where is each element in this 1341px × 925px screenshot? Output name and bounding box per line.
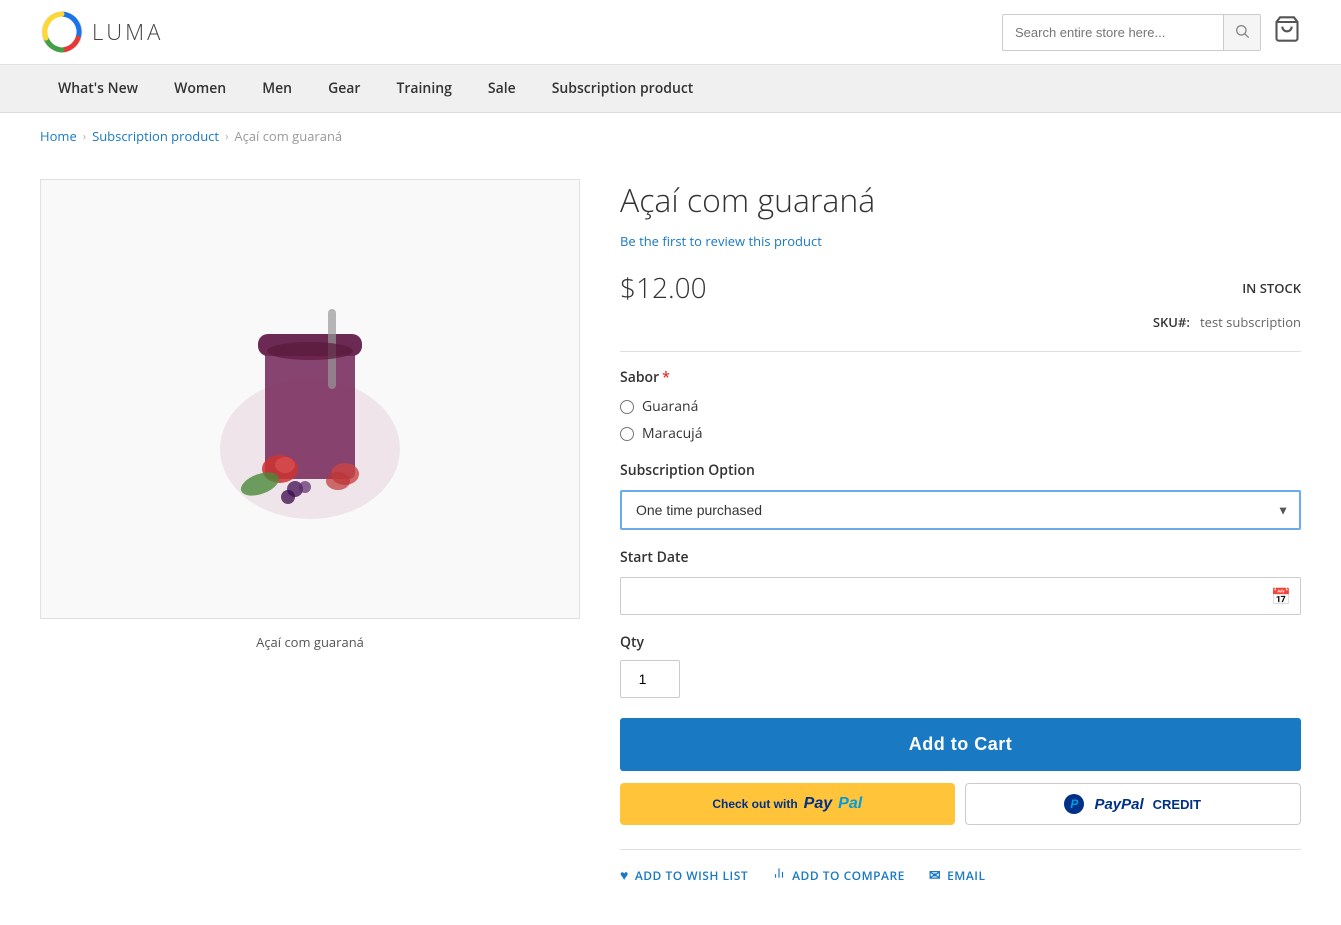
- main-nav: What's New Women Men Gear Training Sale …: [0, 65, 1341, 113]
- sku-label: SKU#:: [1153, 313, 1190, 331]
- logo-text: LUMA: [92, 17, 163, 47]
- qty-group: Qty: [620, 633, 1301, 698]
- header-right: [1002, 14, 1301, 51]
- nav-item-gear[interactable]: Gear: [310, 65, 378, 112]
- add-to-compare-link[interactable]: ADD TO COMPARE: [772, 866, 905, 885]
- compare-icon: [772, 866, 786, 885]
- product-price: $12.00: [620, 269, 707, 307]
- nav-item-sale[interactable]: Sale: [470, 65, 534, 112]
- logo[interactable]: LUMA: [40, 10, 163, 54]
- product-image-caption: Açaí com guaraná: [40, 633, 580, 651]
- breadcrumb: Home › Subscription product › Açaí com g…: [0, 113, 1341, 159]
- calendar-icon[interactable]: 📅: [1271, 585, 1291, 607]
- sabor-guarana-option[interactable]: Guaraná: [620, 397, 1301, 416]
- site-header: LUMA: [0, 0, 1341, 65]
- breadcrumb-home[interactable]: Home: [40, 127, 77, 145]
- breadcrumb-sep-2: ›: [225, 129, 228, 144]
- email-link[interactable]: ✉ EMAIL: [929, 866, 986, 885]
- bottom-actions: ♥ ADD TO WISH LIST ADD TO COMPARE ✉ EMAI…: [620, 849, 1301, 885]
- email-icon: ✉: [929, 866, 941, 885]
- breadcrumb-parent[interactable]: Subscription product: [92, 127, 219, 145]
- product-page: Açaí com guaraná Açaí com guaraná Be the…: [0, 159, 1341, 925]
- cart-icon[interactable]: [1273, 15, 1301, 50]
- paypal-row: Check out with PayPal P PayPal CREDIT: [620, 783, 1301, 825]
- sabor-guarana-label: Guaraná: [642, 397, 698, 416]
- sabor-guarana-radio[interactable]: [620, 400, 634, 414]
- start-date-group: Start Date 📅: [620, 548, 1301, 615]
- start-date-input[interactable]: [620, 577, 1301, 615]
- review-link[interactable]: Be the first to review this product: [620, 232, 822, 250]
- search-button[interactable]: [1223, 15, 1260, 50]
- subscription-select-wrapper: One time purchased Monthly subscription …: [620, 490, 1301, 530]
- nav-item-subscription[interactable]: Subscription product: [534, 65, 712, 112]
- sku-row: SKU#: test subscription: [620, 313, 1301, 331]
- paypal-credit-pp-icon: P: [1064, 794, 1084, 814]
- price-row: $12.00 IN STOCK: [620, 269, 1301, 307]
- search-icon: [1234, 23, 1250, 39]
- sku-value: test subscription: [1200, 313, 1301, 331]
- cart-svg-icon: [1273, 15, 1301, 43]
- heart-icon: ♥: [620, 866, 629, 885]
- nav-item-women[interactable]: Women: [156, 65, 244, 112]
- add-to-wishlist-link[interactable]: ♥ ADD TO WISH LIST: [620, 866, 748, 885]
- sabor-maracuja-option[interactable]: Maracujá: [620, 424, 1301, 443]
- paypal-credit-label: CREDIT: [1153, 797, 1201, 812]
- breadcrumb-sep-1: ›: [83, 129, 86, 144]
- add-to-wishlist-label: ADD TO WISH LIST: [635, 867, 748, 884]
- paypal-checkout-brand2: Pal: [838, 795, 862, 813]
- subscription-select[interactable]: One time purchased Monthly subscription …: [620, 490, 1301, 530]
- product-gallery: Açaí com guaraná: [40, 179, 580, 885]
- divider-1: [620, 351, 1301, 352]
- paypal-credit-brand: PayPal: [1094, 796, 1143, 813]
- start-date-input-wrapper: 📅: [620, 577, 1301, 615]
- search-input[interactable]: [1003, 17, 1223, 48]
- compare-svg-icon: [772, 866, 786, 880]
- add-to-compare-label: ADD TO COMPARE: [792, 867, 905, 884]
- qty-input[interactable]: [620, 660, 680, 698]
- paypal-credit-button[interactable]: P PayPal CREDIT: [965, 783, 1302, 825]
- nav-item-whats-new[interactable]: What's New: [40, 65, 156, 112]
- search-bar: [1002, 14, 1261, 51]
- start-date-label: Start Date: [620, 548, 1301, 567]
- sabor-maracuja-label: Maracujá: [642, 424, 702, 443]
- add-to-cart-button[interactable]: Add to Cart: [620, 718, 1301, 771]
- luma-logo-icon: [40, 10, 84, 54]
- subscription-option-group: Subscription Option One time purchased M…: [620, 461, 1301, 530]
- paypal-checkout-text: Check out with: [712, 797, 797, 811]
- product-info: Açaí com guaraná Be the first to review …: [620, 179, 1301, 885]
- required-marker: *: [662, 368, 670, 387]
- paypal-checkout-brand: Pay: [804, 795, 832, 813]
- qty-label: Qty: [620, 633, 1301, 652]
- paypal-checkout-button[interactable]: Check out with Pay Pal: [620, 783, 955, 825]
- nav-item-men[interactable]: Men: [244, 65, 310, 112]
- sabor-maracuja-radio[interactable]: [620, 427, 634, 441]
- product-image: [180, 249, 440, 549]
- subscription-option-label: Subscription Option: [620, 461, 1301, 480]
- stock-status-badge: IN STOCK: [1242, 279, 1301, 297]
- product-title: Açaí com guaraná: [620, 179, 1301, 222]
- email-label: EMAIL: [947, 867, 985, 884]
- sabor-option-group: Sabor* Guaraná Maracujá: [620, 368, 1301, 443]
- sabor-label: Sabor*: [620, 368, 1301, 387]
- breadcrumb-current: Açaí com guaraná: [234, 127, 342, 145]
- nav-item-training[interactable]: Training: [378, 65, 469, 112]
- product-image-main: [40, 179, 580, 619]
